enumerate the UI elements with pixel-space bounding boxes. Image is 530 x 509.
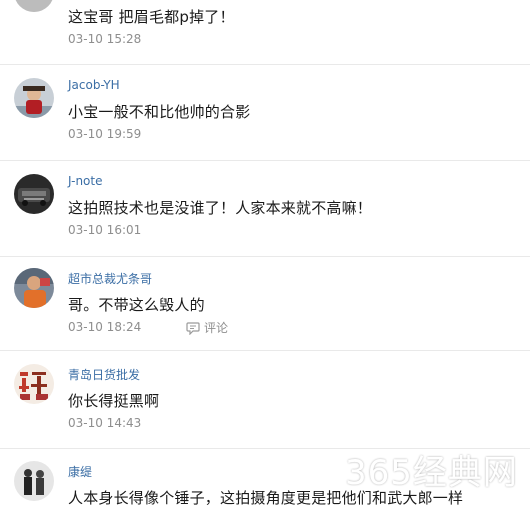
- comment-time: 03-10 14:43: [68, 416, 142, 430]
- watermark: 365经典网: [345, 453, 518, 493]
- comment-time: 03-10 19:59: [68, 127, 142, 141]
- avatar[interactable]: [14, 174, 54, 214]
- comment-icon: [186, 321, 200, 335]
- divider: [0, 64, 530, 65]
- username[interactable]: J-note: [68, 174, 102, 188]
- comment-text: 你长得挺黑啊: [68, 392, 160, 410]
- avatar[interactable]: [14, 268, 54, 308]
- username[interactable]: 超市总裁尤条哥: [68, 270, 152, 287]
- avatar[interactable]: [14, 461, 54, 501]
- comment-time: 03-10 18:24: [68, 320, 142, 334]
- divider: [0, 350, 530, 351]
- user-avatar-icon: [14, 0, 54, 12]
- comment-reply-label: 评论: [204, 321, 229, 335]
- avatar[interactable]: [14, 364, 54, 404]
- divider: [0, 160, 530, 161]
- comment-text: 小宝一般不和比他帅的合影: [68, 103, 251, 121]
- username[interactable]: Jacob-YH: [68, 78, 120, 92]
- person-photo-avatar-icon: [14, 78, 54, 118]
- divider: [0, 256, 530, 257]
- username[interactable]: 青岛日货批发: [68, 366, 140, 383]
- comment-time: 03-10 15:28: [68, 32, 142, 46]
- comment-text: 这拍照技术也是没谁了！人家本来就不高嘛！: [68, 199, 373, 217]
- avatar[interactable]: [14, 78, 54, 118]
- person-orange-avatar-icon: [14, 268, 54, 308]
- car-photo-avatar-icon: [14, 174, 54, 214]
- calligraphy-avatar-icon: [14, 364, 54, 404]
- comment-reply-button[interactable]: 评论: [186, 319, 228, 336]
- comment-time: 03-10 16:01: [68, 223, 142, 237]
- avatar[interactable]: [14, 0, 54, 12]
- couple-photo-avatar-icon: [14, 461, 54, 501]
- comment-text: 这宝哥 把眉毛都p掉了！: [68, 8, 235, 26]
- comment-text: 哥。不带这么毁人的: [68, 296, 205, 314]
- username[interactable]: 康缇: [68, 463, 92, 480]
